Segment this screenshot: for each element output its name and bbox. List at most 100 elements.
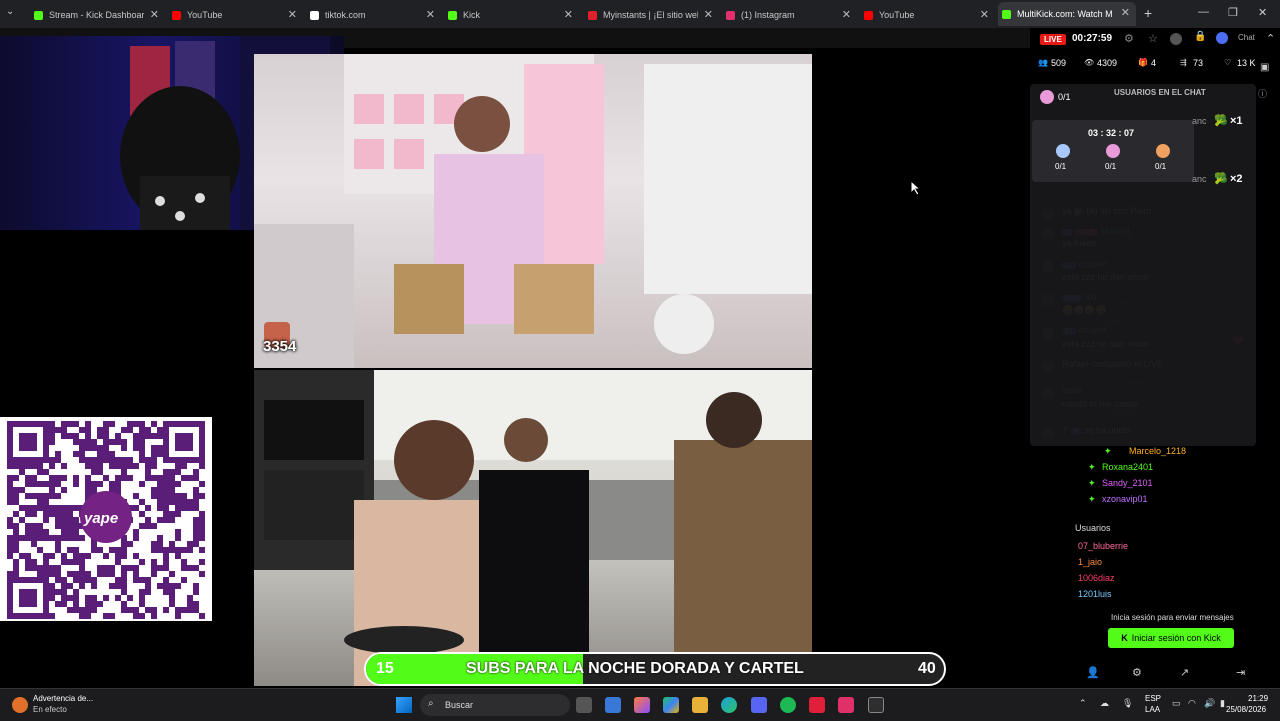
colorful-app-icon[interactable] bbox=[663, 697, 679, 713]
qr-module bbox=[127, 595, 133, 601]
qr-module bbox=[103, 445, 109, 451]
minimize-icon[interactable]: — bbox=[1198, 6, 1209, 18]
tray-display-icon[interactable]: ▭ bbox=[1172, 698, 1181, 709]
browser-tab[interactable]: Kick ✕ bbox=[444, 4, 579, 26]
qr-module bbox=[193, 517, 199, 523]
clock-date[interactable]: 25/08/2026 bbox=[1226, 705, 1266, 714]
qr-module bbox=[127, 541, 133, 547]
kitchen-video bbox=[254, 370, 812, 686]
subscriber-name[interactable]: xzonavip01 bbox=[1102, 494, 1148, 504]
qr-module bbox=[85, 607, 91, 613]
qr-module bbox=[49, 463, 55, 469]
qr-module bbox=[79, 427, 85, 433]
new-tab-button[interactable]: + bbox=[1144, 5, 1152, 21]
tab-search-dropdown-icon[interactable]: ⌄ bbox=[6, 6, 14, 17]
side-icon[interactable]: ▣ bbox=[1260, 62, 1269, 73]
qr-module bbox=[55, 517, 61, 523]
qr-module bbox=[91, 607, 97, 613]
game-app-icon[interactable] bbox=[868, 697, 884, 713]
qr-module bbox=[55, 457, 61, 463]
qr-module bbox=[73, 433, 79, 439]
close-tab-icon[interactable]: ✕ bbox=[1121, 6, 1130, 19]
browser-tab[interactable]: MultiKick.com: Watch M ✕ bbox=[998, 2, 1136, 26]
qr-module bbox=[139, 499, 145, 505]
restore-icon[interactable]: ❐ bbox=[1228, 6, 1238, 19]
qr-module bbox=[193, 529, 199, 535]
warning-icon[interactable] bbox=[12, 697, 28, 713]
chat-toggle-icon[interactable]: Chat bbox=[1238, 33, 1255, 42]
close-tab-icon[interactable]: ✕ bbox=[564, 8, 573, 21]
qr-module bbox=[7, 475, 13, 481]
close-tab-icon[interactable]: ✕ bbox=[288, 8, 297, 21]
spotify-icon[interactable] bbox=[780, 697, 796, 713]
qr-module bbox=[115, 475, 121, 481]
chevron-up-icon[interactable]: ⌃ bbox=[1266, 32, 1275, 45]
subscriber-name[interactable]: Sandy_2101 bbox=[1102, 478, 1153, 488]
translate-icon[interactable] bbox=[1216, 32, 1228, 44]
info-icon[interactable]: ⓘ bbox=[1258, 87, 1267, 100]
tray-volume-icon[interactable]: 🔊 bbox=[1204, 698, 1215, 709]
qr-module bbox=[61, 583, 67, 589]
qr-module bbox=[67, 505, 73, 511]
file-explorer-icon[interactable] bbox=[692, 697, 708, 713]
subscriber-name[interactable]: Marcelo_1218 bbox=[1129, 446, 1186, 456]
share-icon[interactable]: ↗ bbox=[1180, 666, 1189, 679]
edge-icon[interactable] bbox=[721, 697, 737, 713]
close-tab-icon[interactable]: ✕ bbox=[842, 8, 851, 21]
tray-chevron-icon[interactable]: ⌃ bbox=[1079, 698, 1087, 709]
user-list-item[interactable]: 1_jaio bbox=[1078, 557, 1102, 567]
qr-module bbox=[49, 481, 55, 487]
avatar[interactable] bbox=[1170, 33, 1182, 45]
close-window-icon[interactable]: ✕ bbox=[1258, 6, 1267, 19]
close-tab-icon[interactable]: ✕ bbox=[704, 8, 713, 21]
kick-icon: K bbox=[1121, 633, 1128, 643]
close-tab-icon[interactable]: ✕ bbox=[980, 8, 989, 21]
tray-network-icon[interactable]: ☁ bbox=[1100, 698, 1109, 709]
qr-module bbox=[49, 427, 55, 433]
notepad-icon[interactable] bbox=[605, 697, 621, 713]
language-code[interactable]: ESP bbox=[1145, 694, 1161, 703]
close-tab-icon[interactable]: ✕ bbox=[150, 8, 159, 21]
qr-module bbox=[193, 601, 199, 607]
lock-icon[interactable]: 🔒 bbox=[1194, 31, 1206, 42]
qr-module bbox=[61, 535, 67, 541]
user-list-item[interactable]: 1006diaz bbox=[1078, 573, 1115, 583]
tray-battery-icon[interactable]: ▮ bbox=[1220, 698, 1225, 709]
browser-tab[interactable]: YouTube ✕ bbox=[860, 4, 995, 26]
clock-time[interactable]: 21:29 bbox=[1248, 694, 1268, 703]
close-tab-icon[interactable]: ✕ bbox=[426, 8, 435, 21]
star-icon[interactable]: ☆ bbox=[1148, 32, 1158, 45]
subscriber-name[interactable]: Roxana2401 bbox=[1102, 462, 1153, 472]
youtube-icon bbox=[864, 10, 873, 20]
qr-module bbox=[175, 481, 181, 487]
qr-module bbox=[139, 421, 145, 427]
qr-module bbox=[169, 511, 175, 517]
gear-icon[interactable]: ⚙ bbox=[1132, 666, 1142, 679]
user-list-item[interactable]: 1201luis bbox=[1078, 589, 1112, 599]
browser-tab[interactable]: (1) Instagram ✕ bbox=[722, 4, 857, 26]
windows-start-icon[interactable] bbox=[396, 697, 412, 713]
heart-icon: ♡ bbox=[1224, 58, 1232, 67]
logout-icon[interactable]: ⇥ bbox=[1236, 666, 1245, 679]
task-view-icon[interactable] bbox=[576, 697, 592, 713]
taskbar-search-box[interactable]: ⌕ Buscar bbox=[420, 694, 570, 716]
browser-tab[interactable]: YouTube ✕ bbox=[168, 4, 303, 26]
login-with-kick-button[interactable]: K Iniciar sesión con Kick bbox=[1108, 628, 1234, 648]
qr-module bbox=[115, 577, 121, 583]
browser-tab[interactable]: Myinstants | ¡El sitio web de ✕ bbox=[584, 4, 719, 26]
qr-module bbox=[121, 571, 127, 577]
add-user-icon[interactable]: 👤 bbox=[1086, 666, 1100, 679]
tiktok-app-icon[interactable] bbox=[838, 697, 854, 713]
browser-tab[interactable]: Stream - Kick Dashboard ✕ bbox=[30, 4, 165, 26]
users-icon: 👥 bbox=[1038, 58, 1048, 67]
copilot-icon[interactable] bbox=[634, 697, 650, 713]
qr-module bbox=[187, 565, 193, 571]
browser-tab[interactable]: tiktok.com ✕ bbox=[306, 4, 441, 26]
user-list-item[interactable]: 07_bluberrie bbox=[1078, 541, 1128, 551]
notification-title[interactable]: Advertencia de... bbox=[33, 694, 93, 703]
tray-mic-icon[interactable]: 🎙 bbox=[1122, 698, 1133, 709]
discord-icon[interactable] bbox=[751, 697, 767, 713]
tray-wifi-icon[interactable]: ◠ bbox=[1188, 698, 1196, 709]
settings-gear-icon[interactable]: ⚙ bbox=[1124, 32, 1134, 45]
red-app-icon[interactable] bbox=[809, 697, 825, 713]
